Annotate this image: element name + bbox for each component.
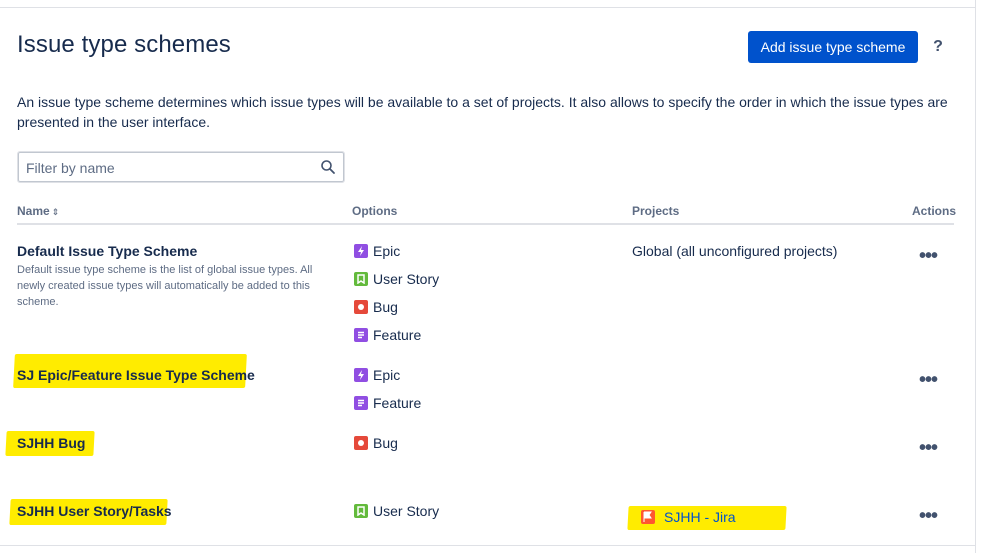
column-header-name[interactable]: Name⇕	[17, 204, 59, 218]
option-item: Feature	[354, 327, 421, 343]
option-label: Epic	[373, 367, 400, 383]
add-issue-type-scheme-button[interactable]: Add issue type scheme	[748, 31, 918, 63]
option-label: User Story	[373, 503, 439, 519]
epic-icon	[354, 244, 368, 258]
more-actions-button[interactable]: •••	[914, 252, 942, 268]
top-divider	[0, 7, 975, 8]
option-item: User Story	[354, 271, 439, 287]
search-icon[interactable]	[320, 159, 336, 175]
column-header-options: Options	[352, 204, 397, 218]
header-divider	[17, 223, 954, 225]
page-title: Issue type schemes	[17, 31, 231, 59]
page-description: An issue type scheme determines which is…	[17, 92, 957, 132]
right-divider	[975, 0, 976, 553]
column-header-projects: Projects	[632, 204, 679, 218]
story-icon	[354, 504, 368, 518]
more-actions-button[interactable]: •••	[914, 376, 942, 392]
bug-icon	[354, 300, 368, 314]
project-label: Global (all unconfigured projects)	[632, 243, 837, 259]
project-link-label[interactable]: SJHH - Jira	[664, 509, 736, 525]
column-header-actions: Actions	[912, 204, 956, 218]
feature-icon	[354, 396, 368, 410]
option-item: Feature	[354, 395, 421, 411]
story-icon	[354, 272, 368, 286]
epic-icon	[354, 368, 368, 382]
option-item: Epic	[354, 367, 400, 383]
more-actions-button[interactable]: •••	[914, 444, 942, 460]
project-link[interactable]: SJHH - Jira	[640, 509, 736, 525]
option-item: Epic	[354, 243, 400, 259]
option-label: Epic	[373, 243, 400, 259]
bottom-divider	[0, 545, 975, 546]
search-field[interactable]	[17, 151, 345, 183]
scheme-name[interactable]: SJ Epic/Feature Issue Type Scheme	[17, 367, 255, 383]
bug-icon	[354, 436, 368, 450]
option-item: Bug	[354, 299, 398, 315]
project-flag-icon	[640, 509, 656, 525]
option-item: User Story	[354, 503, 439, 519]
option-label: Feature	[373, 327, 421, 343]
more-actions-button[interactable]: •••	[914, 512, 942, 528]
help-icon[interactable]: ?	[928, 37, 948, 57]
option-label: User Story	[373, 271, 439, 287]
search-input[interactable]	[24, 153, 318, 183]
sort-icon[interactable]: ⇕	[52, 207, 60, 217]
scheme-name[interactable]: SJHH User Story/Tasks	[17, 503, 172, 519]
scheme-description: Default issue type scheme is the list of…	[17, 262, 317, 310]
option-label: Bug	[373, 435, 398, 451]
column-header-name-label: Name	[17, 204, 50, 218]
scheme-name[interactable]: Default Issue Type Scheme	[17, 243, 197, 259]
option-item: Bug	[354, 435, 398, 451]
option-label: Bug	[373, 299, 398, 315]
feature-icon	[354, 328, 368, 342]
scheme-name[interactable]: SJHH Bug	[17, 435, 85, 451]
option-label: Feature	[373, 395, 421, 411]
